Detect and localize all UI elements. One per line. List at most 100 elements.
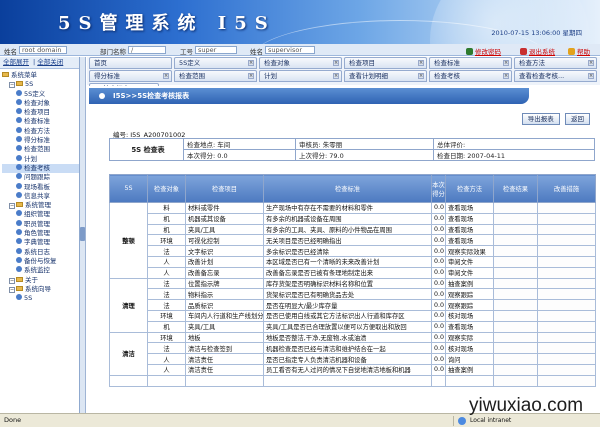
tab-item[interactable]: 计划 × xyxy=(259,70,342,82)
result-cell[interactable] xyxy=(493,245,538,257)
expand-all-link[interactable]: 全部展开 xyxy=(3,58,29,66)
user-field-id: 工号 super xyxy=(180,46,237,56)
improvement-cell[interactable] xyxy=(537,320,596,333)
tab-close-icon[interactable]: × xyxy=(588,73,594,79)
tree-toggle-icon[interactable]: − xyxy=(9,203,15,210)
logout-link[interactable]: 退出系统 xyxy=(520,46,555,56)
tree-item[interactable]: − 5S xyxy=(2,80,79,89)
export-report-button[interactable]: 导出报表 xyxy=(521,113,560,125)
tree-item[interactable]: 备份与恢复 xyxy=(2,256,79,266)
item-cell: 位置指示牌 xyxy=(185,277,264,290)
improvement-cell[interactable] xyxy=(537,277,596,290)
result-cell[interactable] xyxy=(493,331,538,344)
result-cell[interactable] xyxy=(493,223,538,236)
improvement-cell[interactable] xyxy=(537,353,596,365)
tab-item[interactable]: 得分标准 × xyxy=(89,70,172,82)
result-cell[interactable] xyxy=(493,212,538,225)
tab-item[interactable]: 检查范围 × xyxy=(174,70,257,82)
tab-bar: 首页 5S定义 × 检查对象 × 检查项目 × 检查标准 × 检查方法 × 得分标准 × 检查范围 × 计划 ×… xyxy=(87,57,600,95)
tab-item[interactable]: 首页 xyxy=(89,57,172,69)
tree-item[interactable]: 职员管理 xyxy=(2,219,79,229)
result-cell[interactable] xyxy=(493,353,538,365)
tree-item[interactable]: 检查考核 xyxy=(2,163,79,174)
result-cell[interactable] xyxy=(493,342,538,355)
back-button[interactable]: 返回 xyxy=(565,113,590,125)
tree-item[interactable]: 检查对象 xyxy=(2,98,79,108)
tree-item[interactable]: 组织管理 xyxy=(2,210,79,219)
tree-toggle-icon[interactable]: − xyxy=(9,286,15,293)
improvement-cell[interactable] xyxy=(537,223,596,236)
tab-item[interactable]: 检查考核 × xyxy=(429,70,512,82)
tab-close-icon[interactable]: × xyxy=(418,73,424,79)
tree-item[interactable]: 信息共享 xyxy=(2,191,79,201)
improvement-cell[interactable] xyxy=(537,309,596,322)
object-cell: 法 xyxy=(147,288,186,301)
tab-close-icon[interactable]: × xyxy=(163,73,169,79)
result-cell[interactable] xyxy=(493,266,538,279)
score-cell: 0.0 xyxy=(431,299,446,311)
tree-item[interactable]: 检查范围 xyxy=(2,145,79,154)
tab-item[interactable]: 5S定义 × xyxy=(174,57,257,69)
result-cell[interactable] xyxy=(493,255,538,268)
tab-item[interactable]: 查看计划明细 × xyxy=(344,70,427,82)
table-row: 清理法位置指示牌 库存货架是否明确标识材料名称和位置 0.0 抽查案例 xyxy=(109,277,596,333)
improvement-cell[interactable] xyxy=(537,245,596,257)
tab-item[interactable]: 查看检查考核... × xyxy=(514,70,597,82)
result-cell[interactable] xyxy=(493,363,538,376)
tree-item[interactable]: 检查标准 xyxy=(2,117,79,126)
tree-item[interactable]: 系统日志 xyxy=(2,247,79,257)
improvement-cell[interactable] xyxy=(537,363,596,376)
tree-item[interactable]: 检查方法 xyxy=(2,126,79,136)
tab-close-icon[interactable]: × xyxy=(503,73,509,79)
improvement-cell[interactable] xyxy=(537,255,596,268)
improvement-cell[interactable] xyxy=(537,266,596,279)
result-cell[interactable] xyxy=(493,309,538,322)
tree-item[interactable]: 5S xyxy=(2,294,79,303)
tab-close-icon[interactable]: × xyxy=(418,60,424,66)
panel-splitter[interactable] xyxy=(80,57,86,413)
improvement-cell[interactable] xyxy=(537,202,596,214)
improvement-cell[interactable] xyxy=(537,299,596,311)
result-cell[interactable] xyxy=(493,234,538,247)
tab-item[interactable]: 检查对象 × xyxy=(259,57,342,69)
tree-item[interactable]: 计划 xyxy=(2,154,79,164)
collapse-arrow-icon[interactable] xyxy=(80,227,85,241)
collapse-all-link[interactable]: 全部关闭 xyxy=(37,58,63,66)
tree-toggle-icon[interactable]: − xyxy=(9,82,15,89)
tab-close-icon[interactable]: × xyxy=(248,73,254,79)
user-field-dept: 部门名称 / xyxy=(100,46,166,56)
tab-item[interactable]: 检查标准 × xyxy=(429,57,512,69)
improvement-cell[interactable] xyxy=(537,331,596,344)
tree-item[interactable]: 系统菜单 xyxy=(2,71,79,80)
result-cell[interactable] xyxy=(493,320,538,333)
tab-close-icon[interactable]: × xyxy=(333,73,339,79)
improvement-cell[interactable] xyxy=(537,234,596,247)
improvement-cell[interactable] xyxy=(537,288,596,301)
tab-item[interactable]: 检查项目 × xyxy=(344,57,427,69)
tree-item[interactable]: − 关于 xyxy=(2,276,79,285)
improvement-cell[interactable] xyxy=(537,212,596,225)
tab-close-icon[interactable]: × xyxy=(333,60,339,66)
tree-item[interactable]: − 系统向导 xyxy=(2,285,79,294)
tab-close-icon[interactable]: × xyxy=(248,60,254,66)
improvement-cell[interactable] xyxy=(537,342,596,355)
tab-item[interactable]: 检查方法 × xyxy=(514,57,597,69)
tab-close-icon[interactable]: × xyxy=(588,60,594,66)
improvement-cell[interactable] xyxy=(537,374,596,387)
tree-toggle-icon[interactable]: − xyxy=(9,277,15,284)
result-cell[interactable] xyxy=(493,277,538,290)
change-password-link[interactable]: 修改密码 xyxy=(466,46,501,56)
tree-item[interactable]: 角色管理 xyxy=(2,229,79,238)
result-cell[interactable] xyxy=(493,202,538,214)
tree-item[interactable]: 5S定义 xyxy=(2,89,79,99)
tab-close-icon[interactable]: × xyxy=(503,60,509,66)
tree-item[interactable]: 现场看板 xyxy=(2,182,79,192)
tree-item[interactable]: 得分标准 xyxy=(2,136,79,145)
help-link[interactable]: 帮助 xyxy=(568,46,590,56)
tree-item[interactable]: 系统监控 xyxy=(2,266,79,275)
result-cell[interactable] xyxy=(493,299,538,311)
result-cell[interactable] xyxy=(493,374,538,387)
tree-item[interactable]: 问题跟踪 xyxy=(2,173,79,182)
tree-item[interactable]: 字典管理 xyxy=(2,238,79,247)
result-cell[interactable] xyxy=(493,288,538,301)
